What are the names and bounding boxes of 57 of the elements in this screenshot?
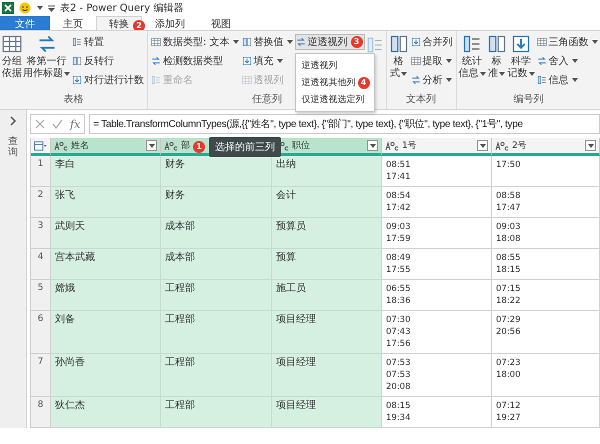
step-badge: 1 (193, 141, 205, 153)
table-cell: 09:03 18:08 (492, 218, 600, 249)
table-cell: 项目经理 (272, 311, 382, 354)
table-cell: 07:23 18:00 (492, 354, 600, 397)
table-cell: 成本部 (161, 249, 272, 280)
table-cell: 工程部 (161, 311, 272, 354)
table-cell: 张飞 (51, 187, 161, 218)
table-cell: 07:12 19:27 (492, 397, 600, 428)
row-number: 5 (31, 280, 51, 311)
group-label: 任意列 (252, 92, 282, 107)
table-cell: 狄仁杰 (51, 397, 161, 428)
table-cell: 李白 (51, 156, 161, 187)
table-cell: 宫本武藏 (51, 249, 161, 280)
table-cell: 会计 (272, 187, 382, 218)
table-cell: 工程部 (161, 280, 272, 311)
group-label: 表格 (64, 92, 84, 107)
group-label: 文本列 (406, 92, 436, 107)
window-title: 表2 - Power Query 编辑器 (60, 2, 184, 15)
step-badge: 3 (350, 36, 363, 48)
table-cell: 07:29 20:56 (492, 311, 600, 354)
table-cell: 嫦娥 (51, 280, 161, 311)
group-label: 编号列 (514, 92, 544, 107)
table-cell: 财务 (161, 156, 272, 187)
table-cell: 施工员 (272, 280, 382, 311)
table-cell: 工程部 (161, 397, 272, 428)
table-cell: 财务 (161, 187, 272, 218)
table-cell: 07:15 18:22 (492, 280, 600, 311)
table-cell: 孙尚香 (51, 354, 161, 397)
table-cell: 项目经理 (272, 354, 382, 397)
row-number: 1 (31, 156, 51, 187)
table-cell: 08:49 17:55 (382, 249, 492, 280)
table-cell: 预算员 (272, 218, 382, 249)
table-cell: 06:55 18:36 (382, 280, 492, 311)
table-cell: 17:50 (492, 156, 600, 187)
table-cell: 刘备 (51, 311, 161, 354)
table-cell: 07:53 07:53 20:08 (382, 354, 492, 397)
table-cell: 成本部 (161, 218, 272, 249)
row-number: 4 (31, 249, 51, 280)
row-number: 7 (31, 354, 51, 397)
table-cell: 08:54 17:42 (382, 187, 492, 218)
table-cell: 08:15 19:34 (382, 397, 492, 428)
row-number: 2 (31, 187, 51, 218)
table-cell: 工程部 (161, 354, 272, 397)
table-cell: 预算 (272, 249, 382, 280)
table-cell: 出纳 (272, 156, 382, 187)
row-number: 3 (31, 218, 51, 249)
table-cell: 08:55 18:15 (492, 249, 600, 280)
row-number: 6 (31, 311, 51, 354)
table-cell: 09:03 17:59 (382, 218, 492, 249)
table-cell: 07:30 07:43 17:56 (382, 311, 492, 354)
table-cell: 武则天 (51, 218, 161, 249)
step-badge: 4 (358, 76, 370, 88)
row-number: 8 (31, 397, 51, 428)
table-cell: 项目经理 (272, 397, 382, 428)
tooltip: 选择的前三列 (209, 137, 281, 157)
table-cell: 08:51 17:41 (382, 156, 492, 187)
table-cell: 08:58 17:47 (492, 187, 600, 218)
